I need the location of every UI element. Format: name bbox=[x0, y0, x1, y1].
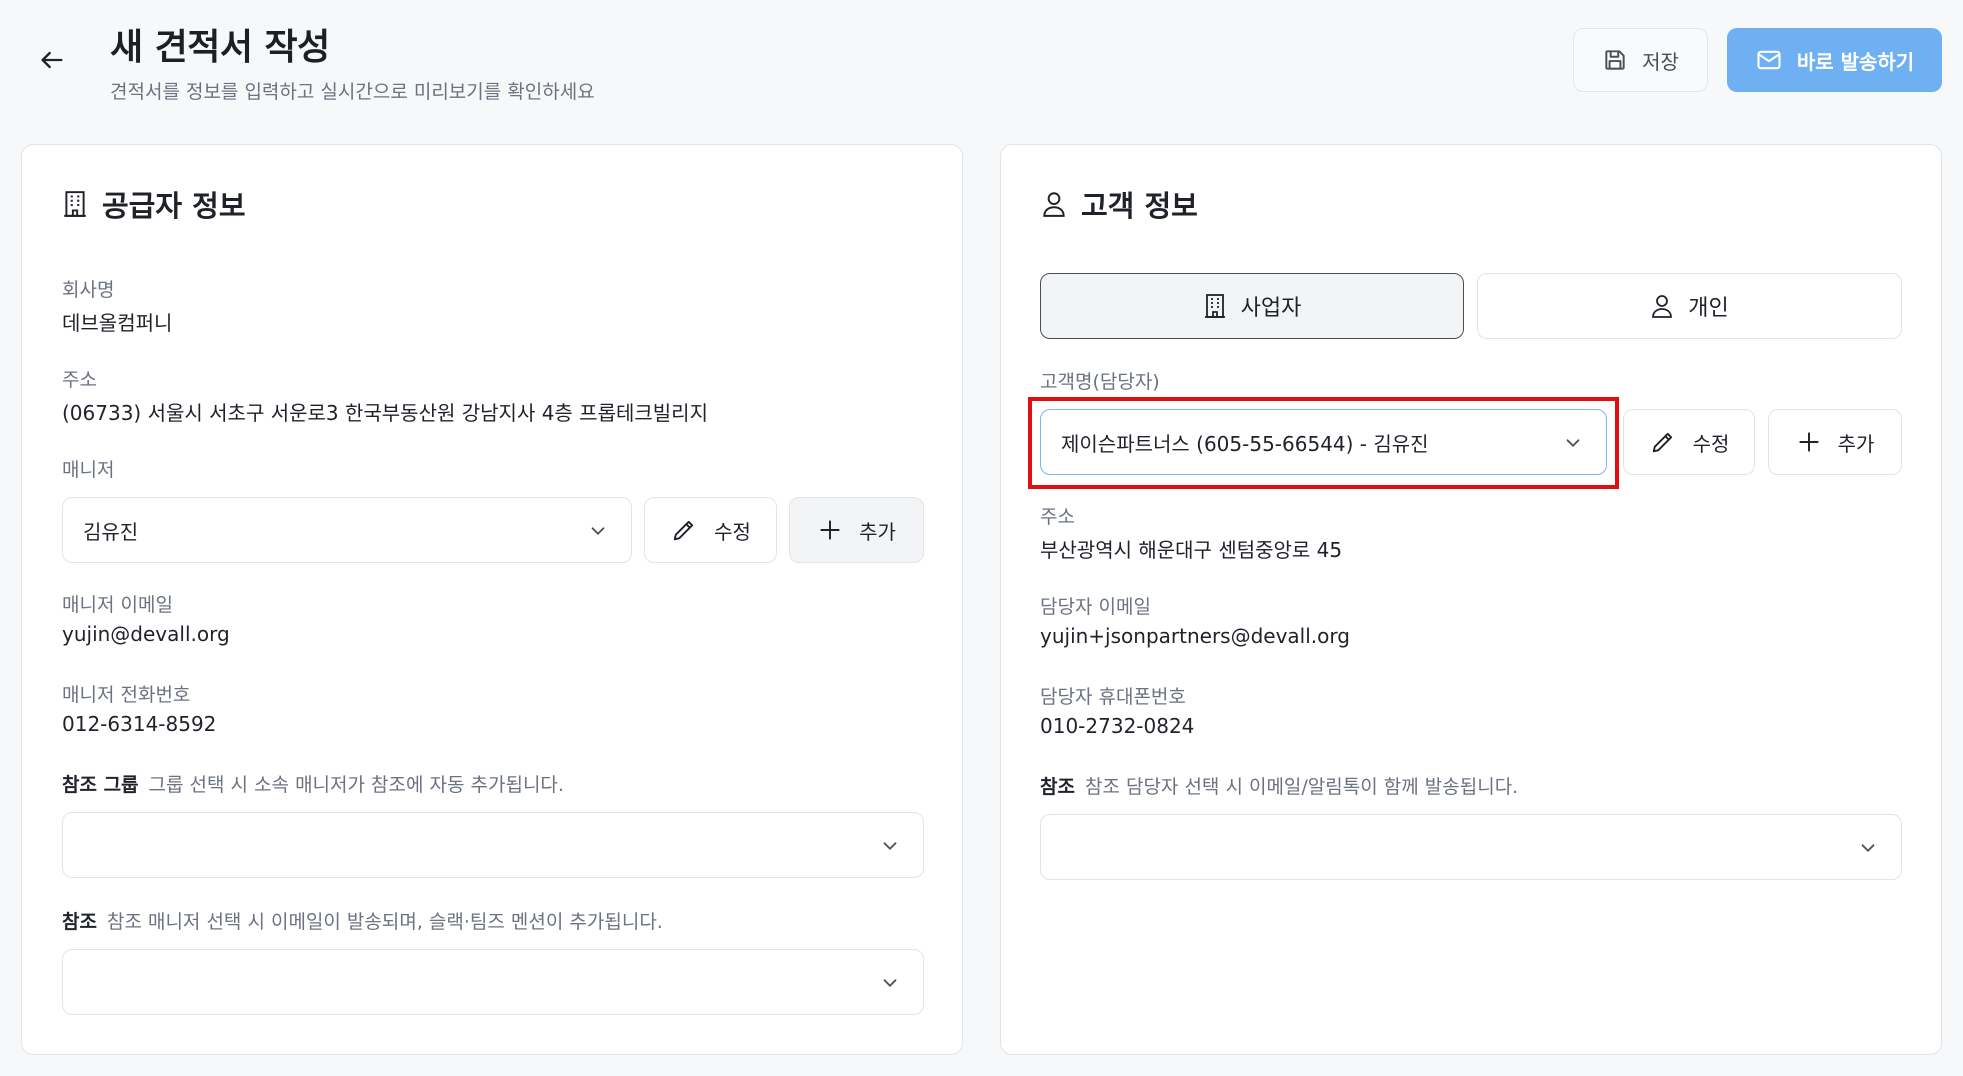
save-icon bbox=[1605, 50, 1625, 70]
supplier-cc-select[interactable] bbox=[62, 949, 924, 1015]
quote-editor-page: 새 견적서 작성 견적서를 정보를 입력하고 실시간으로 미리보기를 확인하세요… bbox=[0, 0, 1963, 1076]
customer-add-button[interactable]: 추가 bbox=[1768, 409, 1902, 475]
company-name-label: 회사명 bbox=[62, 279, 115, 301]
customer-card-title: 고객 정보 bbox=[1041, 183, 1198, 225]
supplier-address-label: 주소 bbox=[62, 369, 97, 391]
supplier-info-card: 공급자 정보 회사명 데브올컴퍼니 주소 (06733) 서울시 서초구 서운로… bbox=[21, 144, 963, 1055]
cc-group-hint: 그룹 선택 시 소속 매니저가 참조에 자동 추가됩니다. bbox=[148, 774, 564, 796]
manager-edit-button[interactable]: 수정 bbox=[644, 497, 777, 563]
customer-cc-select[interactable] bbox=[1040, 814, 1902, 880]
manager-email-label: 매니저 이메일 bbox=[62, 594, 173, 616]
customer-email-label: 담당자 이메일 bbox=[1040, 596, 1151, 618]
plus-icon bbox=[1798, 432, 1819, 452]
arrow-left-icon bbox=[41, 51, 63, 69]
cc-group-select[interactable] bbox=[62, 812, 924, 878]
customer-type-individual-toggle[interactable]: 개인 bbox=[1477, 273, 1902, 339]
customer-info-card: 고객 정보 사업자 개인 고객명(담당자) 제이슨파트너스 (605-55-66… bbox=[1000, 144, 1942, 1055]
customer-edit-button[interactable]: 수정 bbox=[1623, 409, 1755, 475]
manager-email-value: yujin@devall.org bbox=[62, 622, 230, 646]
customer-address-value: 부산광역시 해운대구 센텀중앙로 45 bbox=[1040, 538, 1343, 562]
send-now-button-label: 바로 발송하기 bbox=[1796, 49, 1915, 74]
user-icon bbox=[1043, 192, 1065, 217]
customer-name-label: 고객명(담당자) bbox=[1040, 371, 1160, 393]
customer-cc-hint: 참조 담당자 선택 시 이메일/알림톡이 함께 발송됩니다. bbox=[1084, 776, 1519, 798]
chevron-down-icon bbox=[883, 842, 897, 851]
customer-address-label: 주소 bbox=[1040, 506, 1075, 528]
customer-name-select[interactable]: 제이슨파트너스 (605-55-66544) - 김유진 bbox=[1040, 409, 1607, 475]
mail-icon bbox=[1757, 50, 1781, 70]
manager-select[interactable]: 김유진 bbox=[62, 497, 632, 563]
plus-icon bbox=[820, 520, 840, 540]
supplier-card-title: 공급자 정보 bbox=[62, 183, 246, 225]
supplier-address-value: (06733) 서울시 서초구 서운로3 한국부동산원 강남지사 4층 프롭테크… bbox=[62, 401, 708, 425]
save-button[interactable]: 저장 bbox=[1573, 28, 1708, 92]
pencil-icon bbox=[1652, 432, 1672, 453]
customer-type-business-toggle[interactable]: 사업자 bbox=[1040, 273, 1464, 339]
customer-name-selected-value: 제이슨파트너스 (605-55-66544) - 김유진 bbox=[1061, 431, 1429, 456]
pencil-icon bbox=[673, 520, 694, 541]
send-now-button[interactable]: 바로 발송하기 bbox=[1727, 28, 1942, 92]
customer-cc-label: 참조 bbox=[1040, 776, 1075, 798]
building-icon bbox=[1204, 294, 1225, 318]
cc-group-label: 참조 그룹 bbox=[62, 774, 139, 796]
user-icon bbox=[1652, 295, 1673, 318]
supplier-cc-hint: 참조 매니저 선택 시 이메일이 발송되며, 슬랙·팀즈 멘션이 추가됩니다. bbox=[106, 911, 663, 933]
manager-selected-value: 김유진 bbox=[83, 519, 139, 544]
cc-group-line: 참조 그룹 그룹 선택 시 소속 매니저가 참조에 자동 추가됩니다. bbox=[62, 770, 564, 797]
customer-phone-label: 담당자 휴대폰번호 bbox=[1040, 686, 1186, 708]
customer-cc-line: 참조 참조 담당자 선택 시 이메일/알림톡이 함께 발송됩니다. bbox=[1040, 772, 1518, 799]
page-subtitle: 견적서를 정보를 입력하고 실시간으로 미리보기를 확인하세요 bbox=[110, 81, 595, 103]
save-button-label: 저장 bbox=[1642, 49, 1679, 74]
page-title: 새 견적서 작성 bbox=[110, 27, 330, 68]
supplier-cc-label: 참조 bbox=[62, 911, 97, 933]
chevron-down-icon bbox=[1566, 439, 1580, 448]
back-button[interactable] bbox=[36, 44, 68, 76]
customer-email-value: yujin+jsonpartners@devall.org bbox=[1040, 624, 1350, 648]
manager-phone-label: 매니저 전화번호 bbox=[62, 684, 191, 706]
building-icon bbox=[64, 191, 86, 217]
chevron-down-icon bbox=[883, 979, 897, 988]
manager-add-button[interactable]: 추가 bbox=[789, 497, 924, 563]
manager-label: 매니저 bbox=[62, 459, 115, 481]
customer-phone-value: 010-2732-0824 bbox=[1040, 714, 1195, 738]
chevron-down-icon bbox=[1861, 844, 1875, 853]
manager-phone-value: 012-6314-8592 bbox=[62, 712, 217, 736]
chevron-down-icon bbox=[591, 527, 605, 536]
company-name-value: 데브올컴퍼니 bbox=[62, 311, 173, 335]
supplier-cc-line: 참조 참조 매니저 선택 시 이메일이 발송되며, 슬랙·팀즈 멘션이 추가됩니다… bbox=[62, 907, 663, 934]
